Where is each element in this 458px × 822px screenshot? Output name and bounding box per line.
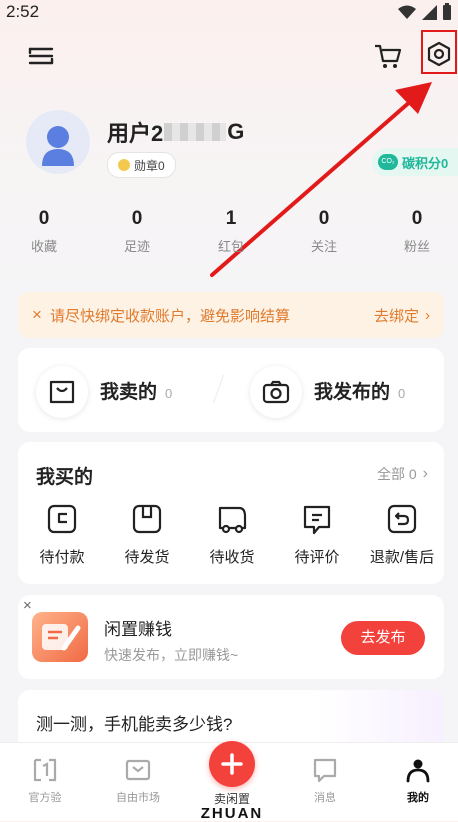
chevron-right-icon: › <box>422 465 428 482</box>
bind-action-link[interactable]: 去绑定 <box>374 305 419 326</box>
order-label: 待收货 <box>209 549 255 566</box>
stat-value: 0 <box>131 208 143 229</box>
stat-followers[interactable]: 0 粉丝 <box>387 208 447 255</box>
sold-entry[interactable]: 我卖的 0 <box>100 377 172 404</box>
return-icon <box>387 504 417 534</box>
co2-icon: CO₂ <box>378 154 398 170</box>
all-orders-label: 全部 0 <box>376 466 417 482</box>
bottom-nav: 官方验 自由市场 卖闲置 ZHUAN 消息 我的 <box>0 741 458 822</box>
promo-image <box>32 612 88 662</box>
username-prefix: 用户2 <box>107 121 164 146</box>
nav-label: 消息 <box>314 792 336 804</box>
sold-icon <box>36 366 88 418</box>
bind-account-notice[interactable]: × 请尽快绑定收款账户，避免影响结算 去绑定 › <box>18 292 444 338</box>
stat-label: 关注 <box>310 239 337 254</box>
stat-label: 红包 <box>217 239 244 254</box>
username-suffix: G <box>227 119 245 144</box>
status-time: 2:52 <box>6 2 40 21</box>
notice-text: 请尽快绑定收款账户，避免影响结算 <box>49 307 290 325</box>
order-label: 待付款 <box>39 549 85 566</box>
cart-icon[interactable] <box>373 42 403 70</box>
username-blur <box>164 123 227 141</box>
sold-count: 0 <box>165 386 173 401</box>
signal-icon <box>422 5 437 20</box>
stat-red-packets[interactable]: 1 红包 <box>201 208 261 255</box>
verify-icon <box>33 758 57 782</box>
order-label: 待发货 <box>124 549 170 566</box>
comment-icon <box>303 505 331 535</box>
battery-icon <box>443 3 451 20</box>
wifi-icon <box>398 5 416 19</box>
pencil-note-icon <box>42 624 81 651</box>
stat-value: 0 <box>411 208 423 229</box>
nav-label: 我的 <box>407 792 429 804</box>
stat-value: 0 <box>38 208 50 229</box>
medal-icon <box>118 159 130 171</box>
close-notice-icon[interactable]: × <box>32 305 42 325</box>
posted-label: 我发布的 <box>314 382 391 403</box>
promo-card[interactable]: 闲置赚钱 快速发布，立即赚钱~ 去发布 <box>18 595 444 679</box>
stat-value: 1 <box>225 208 237 229</box>
wallet-icon <box>47 504 77 534</box>
stat-following[interactable]: 0 关注 <box>294 208 354 255</box>
annotation-arrow <box>210 82 432 277</box>
stat-label: 收藏 <box>30 239 57 254</box>
plus-icon <box>209 741 255 787</box>
selling-card: 我卖的 0 我发布的 0 <box>18 348 444 432</box>
order-label: 待评价 <box>294 549 340 566</box>
all-orders-link[interactable]: 全部 0 › <box>377 464 428 484</box>
bought-title: 我买的 <box>36 467 94 488</box>
chevron-right-icon: › <box>425 306 430 324</box>
message-icon <box>313 758 337 783</box>
promo-subtitle: 快速发布，立即赚钱~ <box>104 647 239 663</box>
carbon-label: 碳积分0 <box>402 155 449 171</box>
badge-label: 勋章0 <box>134 158 165 173</box>
avatar-person-icon <box>42 126 74 166</box>
menu-icon[interactable] <box>27 44 55 68</box>
badge-chip[interactable]: 勋章0 <box>107 152 176 178</box>
carbon-points[interactable]: CO₂ 碳积分0 <box>372 148 458 176</box>
package-icon <box>132 504 162 534</box>
bought-card: 我买的 全部 0 › 待付款 待发货 待收货 待评价 退款/售后 <box>18 442 444 584</box>
settings-icon[interactable] <box>426 41 452 67</box>
stat-label: 粉丝 <box>403 239 430 254</box>
username: 用户2 G <box>107 116 244 148</box>
avatar[interactable] <box>26 110 90 174</box>
divider <box>212 374 225 404</box>
truck-icon <box>218 506 247 534</box>
sold-label: 我卖的 <box>100 382 158 403</box>
post-now-button[interactable]: 去发布 <box>341 621 425 655</box>
stat-favorites[interactable]: 0 收藏 <box>14 208 74 255</box>
nav-label: 官方验 <box>28 792 62 804</box>
order-label: 退款/售后 <box>369 549 435 566</box>
nav-label: 自由市场 <box>116 792 160 804</box>
close-promo-icon[interactable]: × <box>23 597 32 614</box>
profile-icon <box>406 759 430 783</box>
camera-icon <box>250 366 302 418</box>
stat-history[interactable]: 0 足迹 <box>107 208 167 255</box>
brand-wordmark: ZHUAN <box>200 805 264 822</box>
stat-value: 0 <box>318 208 330 229</box>
stat-label: 足迹 <box>123 239 150 254</box>
promo-title: 闲置赚钱 <box>104 620 172 639</box>
quiz-text: 测一测，手机能卖多少钱? <box>36 715 233 734</box>
status-bar: 2:52 <box>0 0 458 26</box>
posted-entry[interactable]: 我发布的 0 <box>314 377 405 404</box>
market-icon <box>125 759 151 781</box>
posted-count: 0 <box>398 386 406 401</box>
